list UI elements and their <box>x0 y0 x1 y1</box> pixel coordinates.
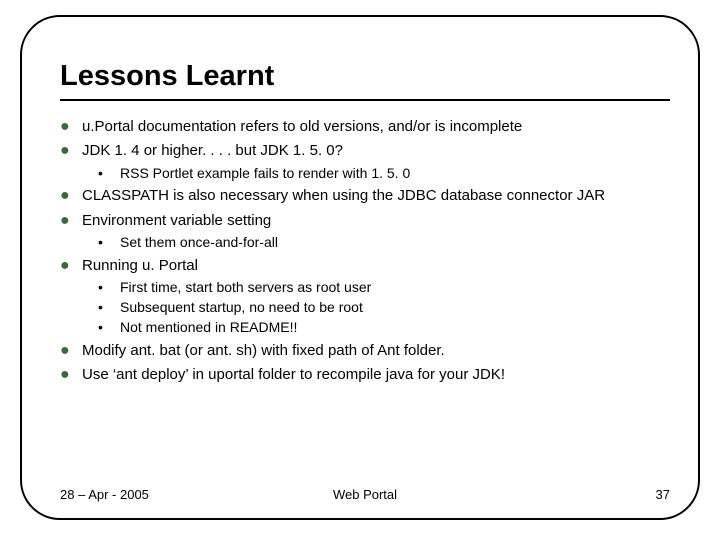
bullet-item: ● Use ‘ant deploy’ in uportal folder to … <box>60 365 670 385</box>
sub-bullet-item: • First time, start both servers as root… <box>98 278 670 297</box>
bullet-icon: ● <box>60 256 82 276</box>
sub-bullet-icon: • <box>98 278 120 296</box>
bullet-text: Environment variable setting <box>82 211 670 231</box>
title-underline <box>60 99 670 101</box>
bullet-text: Use ‘ant deploy’ in uportal folder to re… <box>82 365 670 385</box>
bullet-text: Running u. Portal <box>82 256 670 276</box>
sub-bullet-text: Subsequent startup, no need to be root <box>120 298 670 317</box>
slide-footer: 28 – Apr - 2005 Web Portal 37 <box>60 487 670 502</box>
sub-bullet-text: RSS Portlet example fails to render with… <box>120 164 670 183</box>
bullet-text: CLASSPATH is also necessary when using t… <box>82 186 670 206</box>
footer-page-number: 37 <box>656 487 670 502</box>
footer-date: 28 – Apr - 2005 <box>60 487 149 502</box>
bullet-icon: ● <box>60 211 82 231</box>
bullet-item: ● u.Portal documentation refers to old v… <box>60 117 670 137</box>
bullet-item: ● Running u. Portal <box>60 256 670 276</box>
sub-bullet-icon: • <box>98 164 120 182</box>
bullet-icon: ● <box>60 365 82 385</box>
sub-bullet-text: Not mentioned in README!! <box>120 318 670 337</box>
sub-bullet-icon: • <box>98 298 120 316</box>
slide-content: Lessons Learnt ● u.Portal documentation … <box>60 60 670 480</box>
bullet-item: ● Modify ant. bat (or ant. sh) with fixe… <box>60 341 670 361</box>
footer-title: Web Portal <box>333 487 397 502</box>
bullet-text: Modify ant. bat (or ant. sh) with fixed … <box>82 341 670 361</box>
bullet-item: ● CLASSPATH is also necessary when using… <box>60 186 670 206</box>
bullet-icon: ● <box>60 186 82 206</box>
sub-bullet-icon: • <box>98 318 120 336</box>
slide-title: Lessons Learnt <box>60 60 670 93</box>
sub-bullet-item: • Subsequent startup, no need to be root <box>98 298 670 317</box>
bullet-item: ● JDK 1. 4 or higher. . . . but JDK 1. 5… <box>60 141 670 161</box>
bullet-text: u.Portal documentation refers to old ver… <box>82 117 670 137</box>
bullet-icon: ● <box>60 117 82 137</box>
bullet-text: JDK 1. 4 or higher. . . . but JDK 1. 5. … <box>82 141 670 161</box>
bullet-icon: ● <box>60 341 82 361</box>
bullet-list: ● u.Portal documentation refers to old v… <box>60 117 670 385</box>
sub-bullet-item: • Set them once-and-for-all <box>98 233 670 252</box>
sub-bullet-text: First time, start both servers as root u… <box>120 278 670 297</box>
bullet-icon: ● <box>60 141 82 161</box>
sub-bullet-icon: • <box>98 233 120 251</box>
sub-bullet-item: • Not mentioned in README!! <box>98 318 670 337</box>
bullet-item: ● Environment variable setting <box>60 211 670 231</box>
sub-bullet-text: Set them once-and-for-all <box>120 233 670 252</box>
sub-bullet-item: • RSS Portlet example fails to render wi… <box>98 164 670 183</box>
